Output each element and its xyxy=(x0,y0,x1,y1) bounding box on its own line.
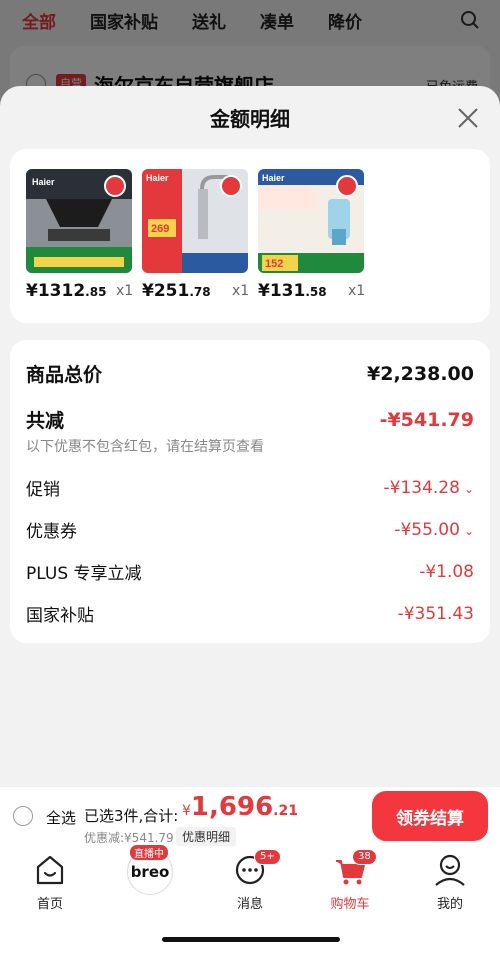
subsidy-row: 国家补贴 -¥351.43 xyxy=(26,601,474,627)
chevron-down-icon: ⌄ xyxy=(463,481,474,496)
discount-amount: 优惠减:¥541.79 xyxy=(84,831,174,845)
svg-text:269: 269 xyxy=(151,223,169,235)
tab-me[interactable]: 我的 xyxy=(410,853,490,912)
selected-check-icon xyxy=(104,175,126,197)
total-amount: ¥1,696.21 xyxy=(182,792,298,822)
product-price: ¥251.78 xyxy=(142,281,211,301)
coupon-row[interactable]: 优惠券 -¥55.00 ⌄ xyxy=(26,517,474,543)
promotion-label: 促销 xyxy=(26,480,60,500)
messages-badge: 5+ xyxy=(254,849,281,865)
cart-icon: 38 xyxy=(332,849,377,887)
selected-count: 已选3件,合计: xyxy=(84,807,179,825)
tab-live[interactable]: breo 直播中 xyxy=(110,845,190,895)
subsidy-label: 国家补贴 xyxy=(26,606,94,626)
product-image: Haier 269 xyxy=(142,169,248,273)
user-icon xyxy=(432,853,468,887)
promotion-row[interactable]: 促销 -¥134.28 ⌄ xyxy=(26,475,475,501)
price-summary-card: 商品总价 ¥2,238.00 共减 -¥541.79 以下优惠不包含红包，请在结… xyxy=(10,340,490,643)
home-indicator xyxy=(162,937,340,942)
total-row: 商品总价 ¥2,238.00 xyxy=(26,360,474,387)
close-icon[interactable] xyxy=(456,106,480,130)
checkout-bar: 全选 已选3件,合计: ¥1,696.21 优惠减:¥541.79 优惠明细 领… xyxy=(0,786,500,847)
promotion-value: -¥134.28 ⌄ xyxy=(383,477,475,498)
svg-text:Haier: Haier xyxy=(146,173,169,183)
subsidy-value: -¥351.43 xyxy=(397,603,474,624)
svg-text:152: 152 xyxy=(265,258,283,270)
discount-note: 以下优惠不包含红包，请在结算页查看 xyxy=(26,439,264,455)
svg-text:Haier: Haier xyxy=(32,177,55,187)
product-list-card: Haier ¥1312.85 x1 Haier 269 ¥251.78 x1 H… xyxy=(10,149,490,323)
tab-cart[interactable]: 38 购物车 xyxy=(310,849,390,912)
product-price: ¥131.58 xyxy=(258,281,327,301)
coupon-value: -¥55.00 ⌄ xyxy=(394,519,474,540)
total-label: 商品总价 xyxy=(26,364,103,386)
reduce-value: -¥541.79 xyxy=(379,408,474,431)
chevron-down-icon: ⌄ xyxy=(463,523,474,538)
svg-text:Haier: Haier xyxy=(262,173,285,183)
discount-detail-button[interactable]: 优惠明细 xyxy=(176,827,237,846)
select-all-label[interactable]: 全选 xyxy=(46,807,76,828)
product-qty: x1 xyxy=(348,283,366,299)
reduce-label: 共减 xyxy=(26,410,65,432)
product-item[interactable]: Haier 269 ¥251.78 x1 xyxy=(128,169,249,301)
live-badge: 直播中 xyxy=(130,845,168,860)
product-image: Haier xyxy=(26,169,132,273)
sheet-title: 金额明细 xyxy=(210,107,290,131)
product-price: ¥1312.85 xyxy=(26,281,107,301)
product-item[interactable]: Haier 152 ¥131.58 x1 xyxy=(244,169,365,301)
cart-badge: 38 xyxy=(352,849,377,865)
tab-home[interactable]: 首页 xyxy=(10,853,90,912)
checkout-button[interactable]: 领券结算 xyxy=(372,791,488,841)
amount-detail-sheet: 金额明细 Haier ¥1312.85 x1 Haier 269 ¥251.78… xyxy=(0,86,500,786)
select-all-radio[interactable] xyxy=(13,806,33,826)
plus-row: PLUS 专享立减 -¥1.08 xyxy=(26,559,474,585)
message-icon: 5+ xyxy=(232,849,281,887)
tab-messages[interactable]: 5+ 消息 xyxy=(210,849,290,912)
total-value: ¥2,238.00 xyxy=(367,362,474,385)
selected-check-icon xyxy=(336,175,358,197)
product-image: Haier 152 xyxy=(258,169,364,273)
selected-check-icon xyxy=(220,175,242,197)
home-icon xyxy=(32,853,68,887)
coupon-label: 优惠券 xyxy=(26,522,77,542)
plus-value: -¥1.08 xyxy=(419,561,474,582)
plus-label: PLUS 专享立减 xyxy=(26,564,142,584)
reduce-row: 共减 -¥541.79 xyxy=(26,406,474,433)
product-item[interactable]: Haier ¥1312.85 x1 xyxy=(12,169,133,301)
